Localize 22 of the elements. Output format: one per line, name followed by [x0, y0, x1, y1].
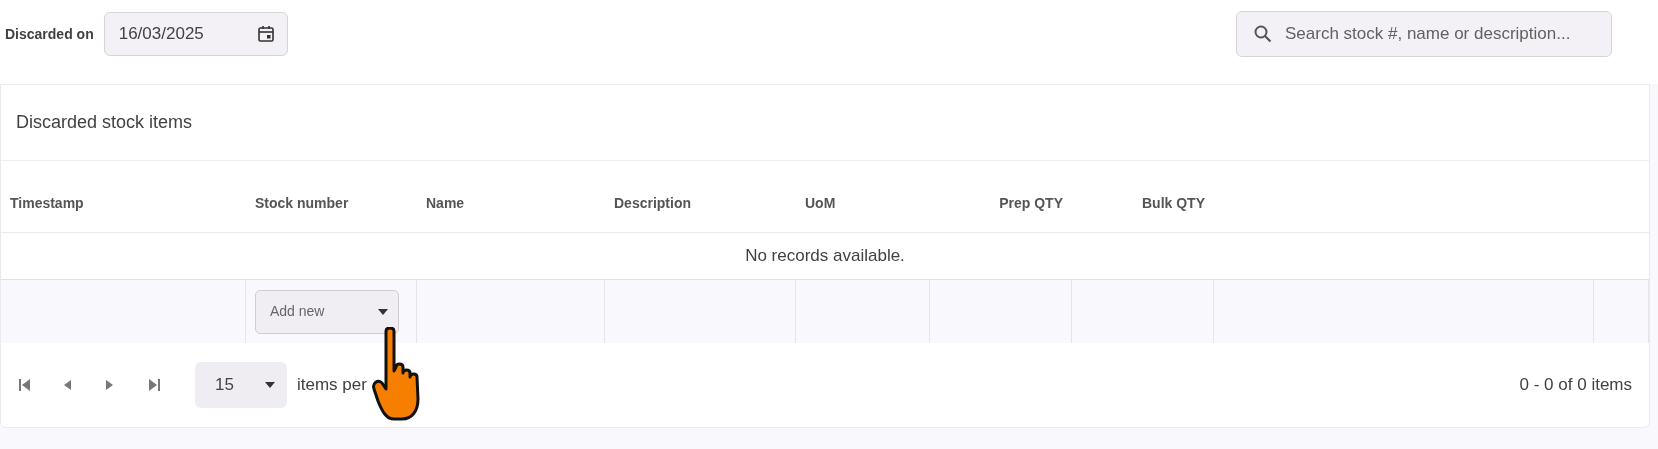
add-new-dropdown[interactable]: Add new [255, 289, 399, 334]
field-label: Discarded on [5, 24, 94, 44]
column-header[interactable]: UoM [805, 193, 836, 214]
column-header[interactable]: Name [426, 193, 465, 214]
column-header[interactable]: Description [614, 193, 691, 214]
first-page-icon [18, 378, 32, 392]
caret-icon [378, 307, 388, 316]
search-icon [1254, 25, 1272, 43]
calendar-icon[interactable] [256, 25, 275, 43]
caret-icon [265, 381, 275, 389]
page-size-dropdown[interactable]: 15 [195, 362, 287, 408]
column-header[interactable]: Prep QTY [999, 193, 1063, 214]
empty-message: No records available. [745, 245, 905, 268]
last-page-icon [147, 378, 161, 392]
column-header[interactable]: Timestamp [10, 193, 84, 214]
column-header[interactable]: Bulk QTY [1142, 193, 1205, 214]
pager-summary: 0 - 0 of 0 items [1519, 374, 1632, 397]
page-size-label: items per [297, 374, 367, 397]
search-field[interactable]: Search stock #, name or description... [1236, 11, 1612, 57]
column-header[interactable]: Stock number [255, 193, 349, 214]
date-field[interactable]: 16/03/2025 [103, 12, 288, 56]
card-title: Discarded stock items [16, 111, 193, 134]
